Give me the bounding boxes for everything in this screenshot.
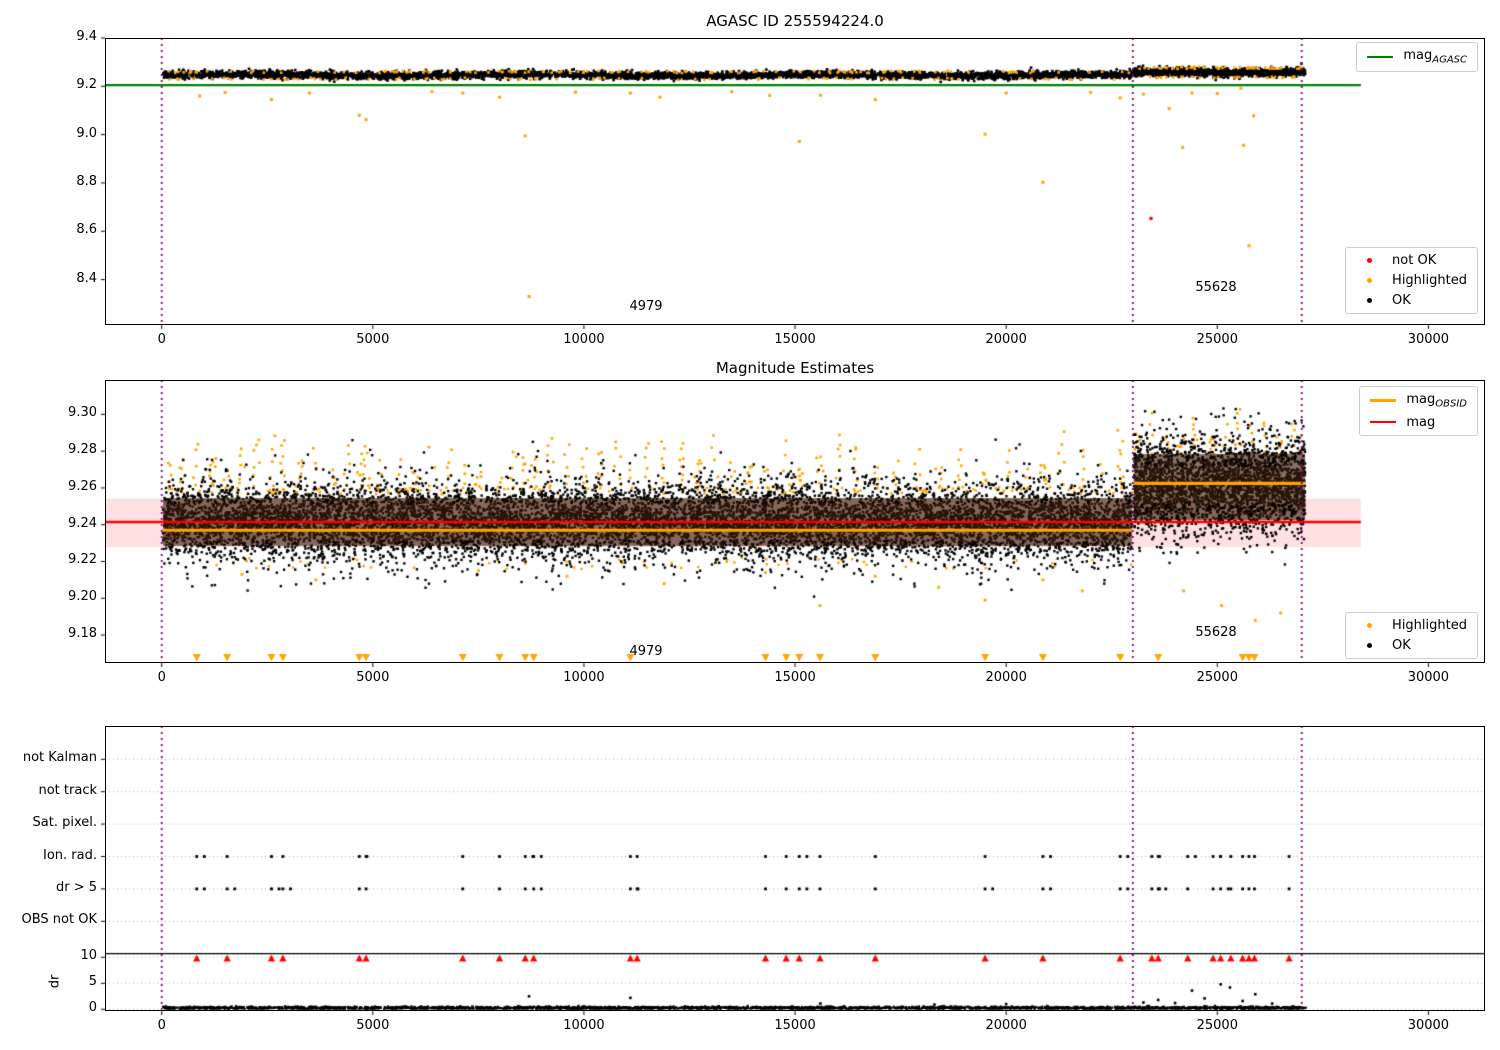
mag-agasc-line-swatch bbox=[1367, 55, 1394, 58]
p3-xtick-15000: 15000 bbox=[774, 1018, 816, 1033]
legend-row-not-ok: not OK bbox=[1356, 253, 1467, 268]
p1-ytick-9.2: 9.2 bbox=[76, 77, 97, 93]
ok2-dot bbox=[1366, 643, 1372, 648]
not-ok-swatch-cell bbox=[1356, 258, 1382, 263]
mag-label: mag bbox=[1406, 415, 1435, 430]
highlighted2-label: Highlighted bbox=[1392, 618, 1467, 633]
obsid-annotation-55628-middle: 55628 bbox=[1195, 625, 1237, 640]
legend-row-ok-2: OK bbox=[1356, 638, 1467, 653]
legend-mag-agasc: magAGASC bbox=[1356, 42, 1478, 72]
p3-xtick-30000: 30000 bbox=[1407, 1018, 1450, 1033]
flag-label-1: not track bbox=[38, 782, 97, 798]
p2-ytick-9.30: 9.30 bbox=[68, 405, 97, 421]
p1-ytick-9.4: 9.4 bbox=[76, 29, 97, 44]
legend-row-highlighted-2: Highlighted bbox=[1356, 618, 1467, 633]
highlighted-label: Highlighted bbox=[1392, 273, 1467, 288]
ok-dot bbox=[1366, 298, 1372, 303]
p1-xtick-30000: 30000 bbox=[1407, 332, 1450, 347]
highlighted2-swatch-cell bbox=[1356, 623, 1382, 628]
mag-obsid-label: magOBSID bbox=[1406, 392, 1467, 410]
flag-label-3: Ion. rad. bbox=[43, 847, 97, 863]
obsid-annotation-4979-top: 4979 bbox=[629, 299, 663, 314]
legend-row-mag-obsid: magOBSID bbox=[1370, 392, 1467, 410]
flag-label-2: Sat. pixel. bbox=[32, 815, 97, 831]
not-ok-dot bbox=[1366, 258, 1372, 263]
middle-plot-title: Magnitude Estimates bbox=[715, 359, 875, 377]
chart-canvas bbox=[0, 0, 1500, 1050]
not-ok-label: not OK bbox=[1392, 253, 1437, 268]
p2-xtick-20000: 20000 bbox=[985, 670, 1027, 685]
p1-ytick-8.4: 8.4 bbox=[76, 270, 97, 286]
p3-xtick-0: 0 bbox=[157, 1018, 166, 1033]
flag-label-0: not Kalman bbox=[22, 750, 97, 766]
p1-xtick-25000: 25000 bbox=[1196, 332, 1238, 347]
top-plot-title: AGASC ID 255594224.0 bbox=[706, 12, 884, 30]
ok-swatch-cell bbox=[1356, 298, 1382, 303]
p2-ytick-9.20: 9.20 bbox=[68, 589, 97, 605]
p1-xtick-0: 0 bbox=[157, 332, 166, 347]
p1-xtick-20000: 20000 bbox=[985, 332, 1027, 347]
ok-label: OK bbox=[1392, 293, 1411, 308]
legend-row-highlighted: Highlighted bbox=[1356, 273, 1467, 288]
flag-label-5: OBS not OK bbox=[21, 912, 98, 928]
p3-xtick-5000: 5000 bbox=[356, 1018, 390, 1033]
obsid-annotation-55628-top: 55628 bbox=[1195, 280, 1237, 295]
p2-xtick-5000: 5000 bbox=[356, 670, 390, 685]
p1-ytick-8.8: 8.8 bbox=[76, 173, 97, 189]
p2-ytick-9.28: 9.28 bbox=[68, 442, 97, 458]
ok2-label: OK bbox=[1392, 638, 1411, 653]
p2-xtick-25000: 25000 bbox=[1196, 670, 1238, 685]
mag-line-swatch bbox=[1370, 421, 1397, 424]
highlighted2-dot bbox=[1366, 623, 1372, 628]
dr-tick-0: 0 bbox=[88, 1000, 97, 1016]
p3-xtick-10000: 10000 bbox=[563, 1018, 605, 1033]
dr-tick-10: 10 bbox=[80, 948, 97, 964]
mag-obsid-label-sub: OBSID bbox=[1435, 398, 1467, 410]
p2-xtick-15000: 15000 bbox=[774, 670, 816, 685]
p1-ytick-8.6: 8.6 bbox=[76, 222, 97, 238]
legend-status-middle: Highlighted OK bbox=[1345, 612, 1478, 659]
ok2-swatch-cell bbox=[1356, 643, 1382, 648]
mag-agasc-label-sub: AGASC bbox=[1432, 54, 1467, 66]
p3-xtick-25000: 25000 bbox=[1196, 1018, 1238, 1033]
mag-agasc-label-main: mag bbox=[1403, 48, 1433, 63]
dr-tick-5: 5 bbox=[88, 974, 97, 990]
p2-ytick-9.18: 9.18 bbox=[68, 626, 97, 642]
p1-xtick-5000: 5000 bbox=[356, 332, 390, 347]
p2-xtick-10000: 10000 bbox=[563, 670, 605, 685]
legend-row-mag: mag bbox=[1370, 415, 1467, 430]
legend-row-ok: OK bbox=[1356, 293, 1467, 308]
highlighted-swatch-cell bbox=[1356, 278, 1382, 283]
legend-status-top: not OK Highlighted OK bbox=[1345, 247, 1478, 314]
flag-label-4: dr > 5 bbox=[55, 879, 97, 895]
p2-xtick-30000: 30000 bbox=[1407, 670, 1450, 685]
p1-xtick-15000: 15000 bbox=[774, 332, 816, 347]
p2-xtick-0: 0 bbox=[157, 670, 166, 685]
figure: AGASC ID 255594224.0 Magnitude Estimates… bbox=[0, 0, 1500, 1050]
p2-ytick-9.26: 9.26 bbox=[68, 478, 97, 494]
highlighted-dot bbox=[1366, 278, 1372, 283]
p2-ytick-9.22: 9.22 bbox=[68, 552, 97, 568]
p2-ytick-9.24: 9.24 bbox=[68, 515, 97, 531]
mag-obsid-line-swatch bbox=[1370, 399, 1397, 403]
p3-xtick-20000: 20000 bbox=[985, 1018, 1027, 1033]
mag-label-main: mag bbox=[1406, 414, 1436, 430]
mag-agasc-label: magAGASC bbox=[1403, 48, 1467, 66]
legend-mag-lines: magOBSID mag bbox=[1359, 386, 1478, 436]
mag-obsid-label-main: mag bbox=[1406, 392, 1436, 407]
p1-ytick-9.0: 9.0 bbox=[76, 125, 97, 141]
legend-row-mag-agasc: magAGASC bbox=[1367, 48, 1467, 66]
p1-xtick-10000: 10000 bbox=[563, 332, 605, 347]
obsid-annotation-4979-middle: 4979 bbox=[629, 644, 663, 659]
